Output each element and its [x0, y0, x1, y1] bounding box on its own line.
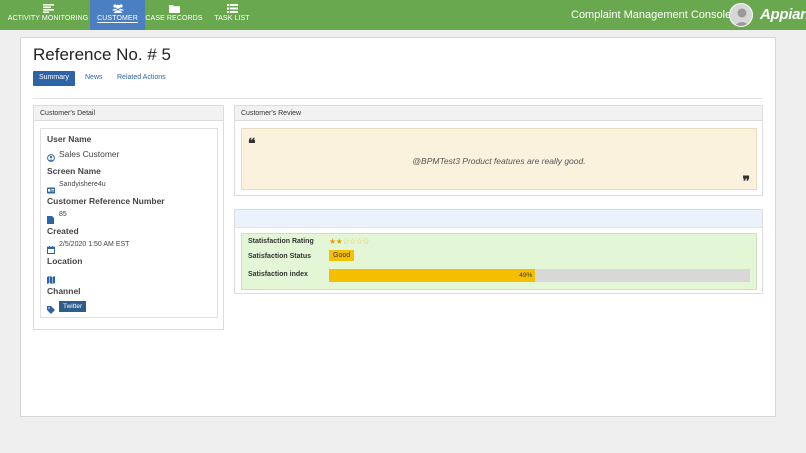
star-rating: ★★☆☆☆☆ [329, 237, 370, 246]
top-nav-bar: ACTIVITY MONITORING CUSTOMER CASE RECORD… [0, 0, 806, 30]
channel-label: Channel [47, 286, 81, 296]
satisfaction-card: Statisfaction Rating ★★☆☆☆☆ Satisfaction… [241, 233, 757, 290]
console-menu[interactable]: Complaint Management Console [571, 9, 741, 21]
star-empty-icon: ☆ [349, 237, 356, 246]
tab-summary[interactable]: Summary [33, 71, 75, 86]
users-icon [90, 0, 145, 14]
customer-review-header: Customer's Review [235, 106, 762, 121]
star-filled-icon: ★ [329, 237, 336, 246]
nav-customer[interactable]: CUSTOMER [90, 0, 145, 30]
user-name-value: Sales Customer [59, 149, 120, 159]
screen-name-label: Screen Name [47, 166, 101, 176]
task-list-icon [210, 0, 254, 14]
created-label: Created [47, 226, 79, 236]
customer-ref-value: 85 [59, 211, 67, 218]
customer-detail-card: User Name Sales Customer Screen Name San… [40, 128, 218, 318]
review-text: @BPMTest3 Product features are really go… [412, 156, 586, 166]
channel-chip: Twitter [59, 301, 87, 312]
customer-ref-label: Customer Reference Number [47, 196, 165, 206]
calendar-icon [47, 241, 55, 255]
nav-label: CASE RECORDS [145, 15, 203, 22]
nav-label: TASK LIST [214, 15, 250, 22]
nav-activity-monitoring[interactable]: ACTIVITY MONITORING [6, 0, 90, 30]
page-title: Reference No. # 5 [33, 45, 171, 64]
console-title: Complaint Management Console [571, 9, 732, 21]
rating-label: Statisfaction Rating [248, 238, 314, 245]
customer-detail-header: Customer's Detail [34, 106, 223, 121]
customer-detail-box: Customer's Detail User Name Sales Custom… [33, 105, 224, 330]
avatar[interactable] [729, 3, 753, 27]
tab-news[interactable]: News [79, 71, 109, 86]
nav-task-list[interactable]: TASK LIST [210, 0, 254, 30]
map-icon [47, 271, 55, 284]
user-circle-icon [47, 149, 55, 162]
divider [33, 98, 763, 99]
appian-logo: Appian [760, 6, 806, 23]
nav-label: ACTIVITY MONITORING [7, 15, 89, 22]
progress-text: 49% [519, 272, 533, 279]
tab-related-actions[interactable]: Related Actions [111, 71, 172, 86]
status-label: Satisfaction Status [248, 253, 312, 260]
star-empty-icon: ☆ [342, 237, 350, 246]
status-badge: Good [329, 250, 355, 261]
list-icon [6, 0, 90, 14]
location-label: Location [47, 256, 83, 266]
screen-name-value: Sandyishere4u [59, 181, 106, 188]
star-empty-icon: ☆ [362, 237, 370, 246]
quote-close-icon: ❞ [742, 174, 750, 190]
satisfaction-header [235, 210, 762, 228]
index-label: Satisfaction index [248, 271, 308, 278]
review-card: ❝ @BPMTest3 Product features are really … [241, 128, 757, 190]
created-value: 2/5/2020 1:50 AM EST [59, 241, 130, 248]
satisfaction-box: Statisfaction Rating ★★☆☆☆☆ Satisfaction… [234, 209, 763, 294]
tag-icon [47, 301, 55, 314]
satisfaction-progress-bar: 49% [329, 269, 750, 282]
nav-label: CUSTOMER [97, 15, 138, 22]
quote-open-icon: ❝ [248, 136, 256, 152]
id-card-icon [47, 181, 55, 194]
nav-case-records[interactable]: CASE RECORDS [145, 0, 203, 30]
main-panel: Reference No. # 5 Summary News Related A… [20, 37, 776, 417]
user-name-label: User Name [47, 134, 92, 144]
progress-fill: 49% [329, 269, 536, 282]
document-icon [47, 211, 55, 224]
folder-icon [145, 0, 203, 14]
customer-review-box: Customer's Review ❝ @BPMTest3 Product fe… [234, 105, 763, 196]
